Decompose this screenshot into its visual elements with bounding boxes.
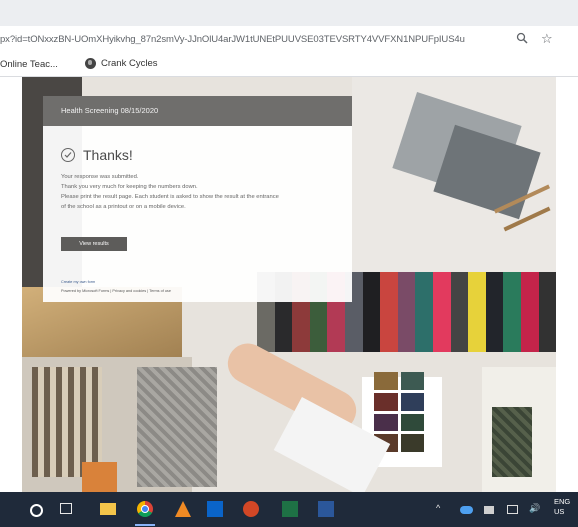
browser-tab-strip [0,0,578,26]
background-pattern [32,367,102,477]
outlook-icon[interactable] [207,501,223,517]
background-pattern [137,367,217,487]
confirmation-text: of the school as a printout or on a mobi… [61,204,186,210]
address-bar[interactable]: px?id=tONxxzBN-UOmXHyikvhg_87n2smVy-JJnO… [0,26,578,54]
task-view-icon[interactable] [60,503,72,514]
thanks-heading: Thanks! [83,147,133,163]
vlc-icon[interactable] [175,501,191,517]
active-app-indicator [135,524,155,526]
file-explorer-icon[interactable] [100,503,116,515]
confirmation-text: Please print the result page. Each stude… [61,194,279,200]
form-confirmation-card: Health Screening 08/15/2020 Thanks! Your… [43,96,352,302]
create-form-link[interactable]: Create my own form [61,280,95,284]
view-results-button[interactable]: View results [61,237,127,251]
tray-app-icon[interactable] [484,506,494,514]
url-text[interactable]: px?id=tONxxzBN-UOmXHyikvhg_87n2smVy-JJnO… [0,34,500,45]
volume-icon[interactable]: 🔊 [529,503,540,514]
form-header: Health Screening 08/15/2020 [43,96,352,126]
confirmation-text: Thank you very much for keeping the numb… [61,184,198,190]
confirmation-text: Your response was submitted. [61,174,139,180]
language-indicator[interactable]: ENG US [554,497,570,517]
onedrive-icon[interactable] [460,506,473,514]
forms-footer: Powered by Microsoft Forms | Privacy and… [61,289,171,293]
check-circle-icon [61,148,75,162]
show-hidden-icons-button[interactable]: ^ [436,503,440,513]
search-icon[interactable] [30,504,43,517]
zoom-icon[interactable] [516,32,532,48]
star-icon[interactable]: ☆ [541,31,557,47]
bookmark-label: Crank Cycles [101,58,158,69]
taskbar: ^ 🔊 ENG US [0,492,578,527]
background-swatch [82,462,117,492]
background-pattern [492,407,532,477]
bookmark-online-teac[interactable]: Online Teac... [0,59,58,70]
bookmarks-bar: Online Teac... Crank Cycles [0,54,578,77]
network-icon[interactable] [507,505,518,514]
powerpoint-icon[interactable] [243,501,259,517]
bookmark-crank-cycles[interactable]: Crank Cycles [85,58,158,69]
word-icon[interactable] [318,501,334,517]
language-code: ENG [554,497,571,506]
chrome-icon[interactable] [137,501,153,517]
globe-icon [85,58,96,69]
form-title: Health Screening 08/15/2020 [61,106,159,115]
region-code: US [554,507,565,516]
excel-icon[interactable] [282,501,298,517]
